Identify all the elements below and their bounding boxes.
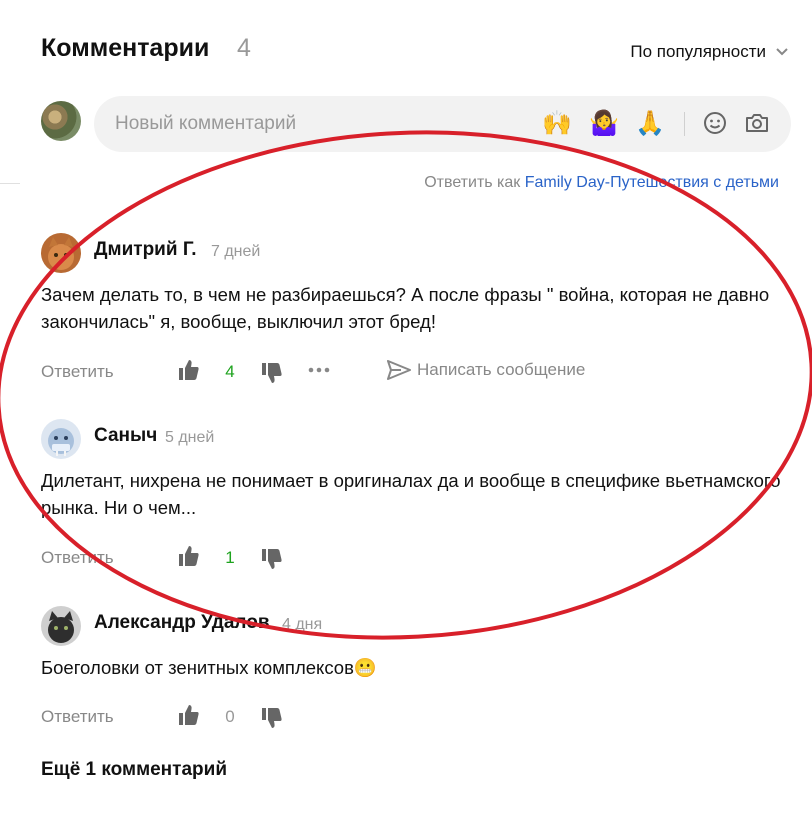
- emoji-raised-hands-icon[interactable]: 🙌: [542, 109, 572, 139]
- comment-text: Боеголовки от зенитных комплексов😬: [41, 657, 377, 678]
- thumbs-down-icon[interactable]: [260, 361, 284, 385]
- reply-button[interactable]: Ответить: [41, 362, 114, 382]
- reply-as-account-link[interactable]: Family Day-Путешествия с детьми: [525, 174, 779, 191]
- reply-as-prefix: Ответить как: [424, 174, 525, 191]
- thumbs-up-icon[interactable]: [177, 544, 201, 568]
- chevron-down-icon: [776, 48, 788, 56]
- camera-icon[interactable]: [744, 110, 770, 136]
- sort-dropdown[interactable]: По популярности: [630, 42, 788, 62]
- comment-time: 5 дней: [165, 429, 215, 446]
- emoji-shrug-icon[interactable]: 🤷‍♀️: [589, 109, 619, 139]
- more-icon[interactable]: [307, 358, 331, 382]
- new-comment-input[interactable]: [115, 110, 515, 138]
- send-message-button[interactable]: Написать сообщение: [387, 360, 585, 380]
- comment-actions: Ответить 4 Написать сообщение: [41, 358, 741, 388]
- reply-as: Ответить как Family Day-Путешествия с де…: [424, 174, 779, 192]
- comment-text: Дилетант, нихрена не понимает в оригинал…: [41, 470, 781, 518]
- toolbar-divider: [684, 112, 685, 136]
- thumbs-down-icon[interactable]: [260, 706, 284, 730]
- new-comment-bar: 🙌 🤷‍♀️ 🙏: [41, 96, 791, 154]
- comments-title: Комментарии: [41, 34, 210, 62]
- comment-text: Зачем делать то, в чем не разбираешься? …: [41, 284, 770, 332]
- comment: Саныч 5 дней Дилетант, нихрена не понима…: [41, 419, 801, 579]
- comments-count: 4: [237, 34, 251, 62]
- comments-header: Комментарии 4 По популярности: [41, 34, 801, 68]
- comment-actions: Ответить 0: [41, 703, 741, 733]
- comment-time: 7 дней: [211, 243, 261, 260]
- comment-author[interactable]: Дмитрий Г.: [94, 239, 197, 261]
- likes-count: 0: [225, 707, 235, 726]
- reply-button[interactable]: Ответить: [41, 548, 114, 568]
- comment: Дмитрий Г. 7 дней Зачем делать то, в чем…: [41, 233, 801, 393]
- thumbs-down-icon[interactable]: [260, 547, 284, 571]
- comment-author[interactable]: Саныч: [94, 425, 157, 447]
- thumbs-up-icon[interactable]: [177, 703, 201, 727]
- show-more-comments-button[interactable]: Ещё 1 комментарий: [41, 759, 227, 781]
- avatar[interactable]: [41, 419, 81, 459]
- paper-plane-icon: [387, 360, 411, 380]
- likes-count: 1: [225, 548, 235, 567]
- divider: [0, 183, 20, 184]
- reply-button[interactable]: Ответить: [41, 707, 114, 727]
- avatar[interactable]: [41, 233, 81, 273]
- emoji-pray-icon[interactable]: 🙏: [635, 109, 665, 139]
- new-comment-box[interactable]: 🙌 🤷‍♀️ 🙏: [94, 96, 791, 152]
- comment-author[interactable]: Александр Удалов: [94, 612, 270, 634]
- avatar[interactable]: [41, 101, 81, 141]
- send-message-label: Написать сообщение: [417, 360, 586, 379]
- avatar[interactable]: [41, 606, 81, 646]
- sort-label: По популярности: [630, 42, 766, 61]
- thumbs-up-icon[interactable]: [177, 358, 201, 382]
- likes-count: 4: [225, 362, 235, 381]
- comment-actions: Ответить 1: [41, 544, 741, 574]
- smiley-icon[interactable]: [702, 110, 728, 136]
- comment: Александр Удалов 4 дня Боеголовки от зен…: [41, 606, 801, 736]
- comment-time: 4 дня: [282, 616, 323, 633]
